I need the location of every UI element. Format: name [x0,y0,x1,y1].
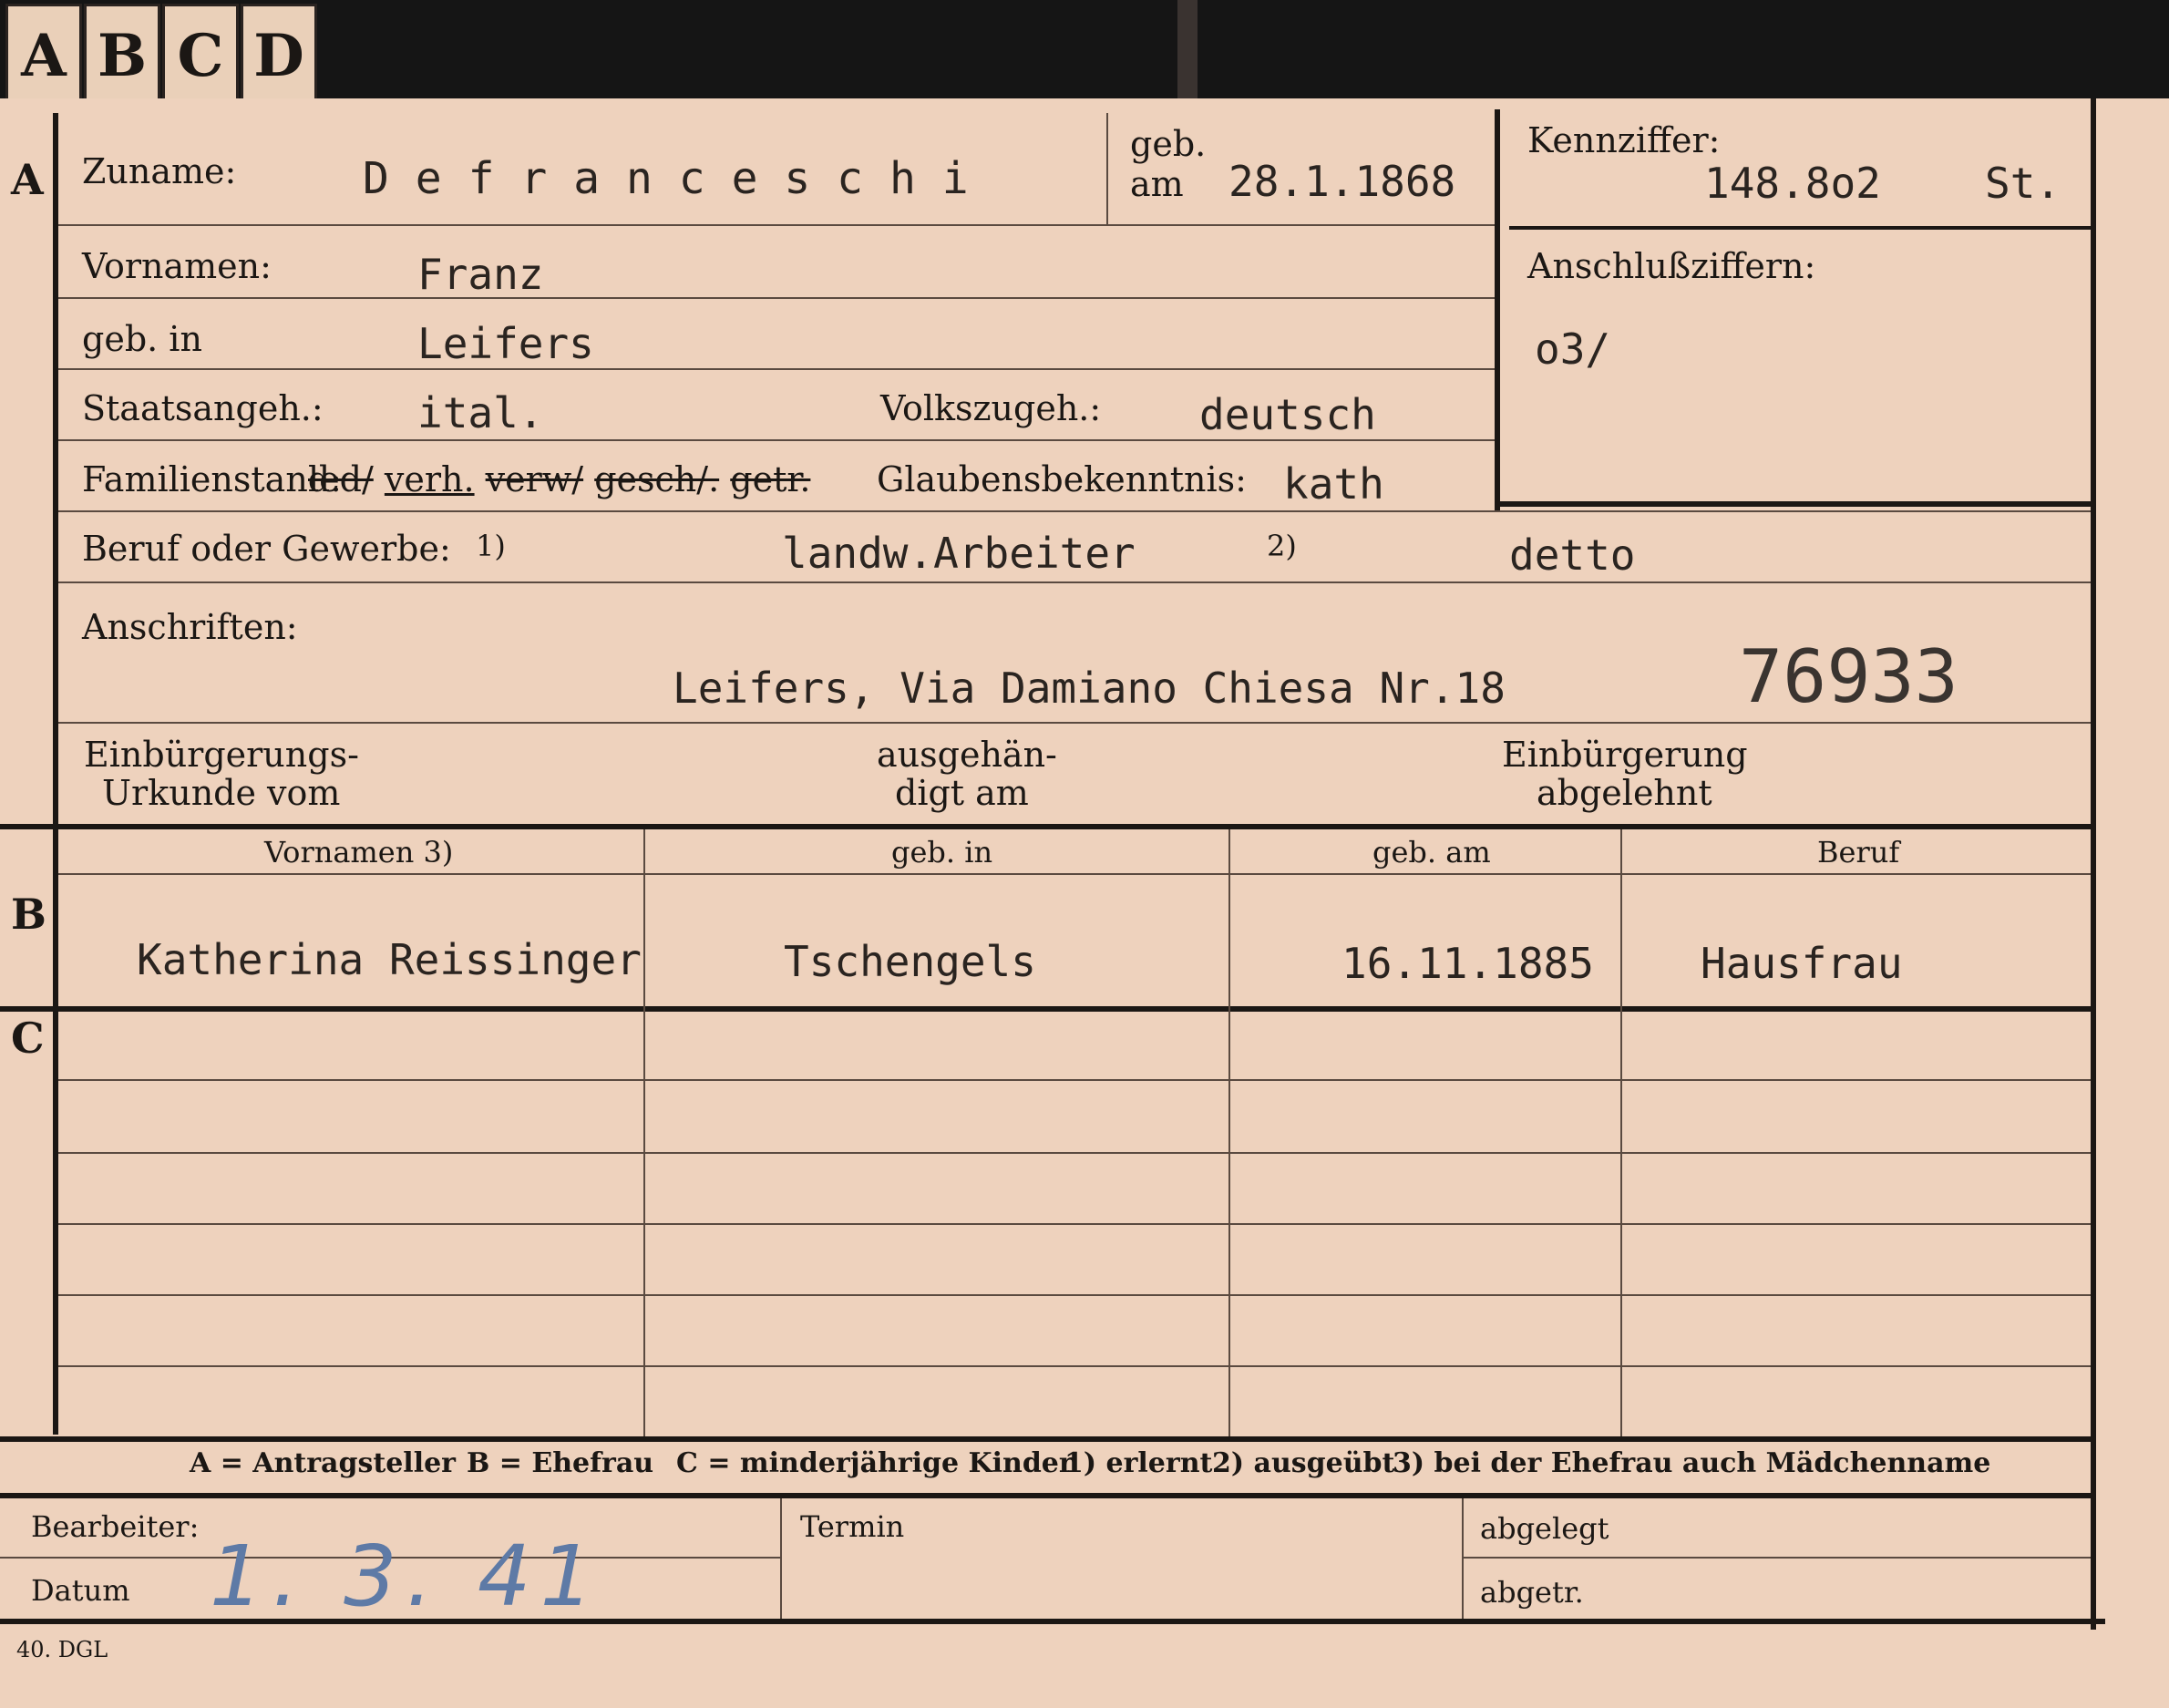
legend-a: A = Antragsteller [190,1447,456,1479]
col-divider-2 [1228,829,1230,1436]
handed-out-label-2: digt am [895,773,1029,813]
section-c-label: C [11,1013,45,1063]
naturalization-doc-label-2: Urkunde vom [102,773,341,813]
section-a-label: A [11,155,44,204]
marital-option-single: led/ [308,459,374,499]
legend-note-3: 3) bei der Ehefrau auch Mädchenname [1393,1447,1991,1479]
surname-value: D e f r a n c e s c h i [363,153,969,204]
id-box-mid-line [1509,226,2091,230]
marital-option-separated: getr. [730,459,811,499]
legend-note-1: 1) erlernt [1064,1447,1213,1479]
id-box-bottom-line [1495,501,2091,507]
tab-a[interactable]: A [5,4,82,106]
marital-option-divorced: gesch/. [594,459,720,499]
tab-strip-edge [1177,0,1198,100]
tab-d[interactable]: D [241,4,317,106]
date-handwritten-value: 1. 3. 41 [210,1528,603,1625]
section-a-bottom-line [0,824,2092,829]
spouse-header-firstnames: Vornamen 3) [264,835,454,869]
ethnicity-label: Volkszugeh.: [880,388,1102,428]
birthplace-value: Leifers [417,319,594,368]
rejected-label-1: Einbürgerung [1502,735,1748,775]
religion-value: kath [1283,459,1384,509]
date-label: Datum [31,1573,130,1608]
id-suffix: St. [1985,159,2061,208]
stamp-number: 76933 [1739,634,1958,719]
ethnicity-value: deutsch [1199,390,1376,439]
marital-option-widowed: verw/ [485,459,584,499]
row-line-firstnames [58,297,1495,299]
legend-bottom-line [0,1493,2092,1498]
col-divider-3 [1620,829,1622,1436]
children-row-line-5 [58,1365,2091,1367]
marital-options: led/ verh. verw/ gesch/. getr. [308,459,810,499]
footer-mid-line-right [1462,1557,2091,1559]
children-row-line-2 [58,1152,2091,1154]
firstnames-label: Vornamen: [82,246,272,286]
birthplace-label: geb. in [82,319,202,359]
citizenship-value: ital. [417,388,544,437]
address-label: Anschriften: [82,607,298,647]
profession-learned-value: landw.Arbeiter [782,529,1136,578]
marital-label: Familienstand: [82,459,342,499]
born-on-label-1: geb. [1130,124,1207,164]
col-divider-1 [643,829,645,1436]
id-box-left-line [1495,109,1500,510]
clerk-label: Bearbeiter: [31,1509,200,1544]
linked-ids-value: o3/ [1535,324,1611,374]
born-on-label-2: am [1130,164,1184,204]
legend-note-2: 2) ausgeübt [1212,1447,1395,1479]
spouse-birthdate-value: 16.11.1885 [1341,939,1594,988]
born-on-value: 28.1.1868 [1228,157,1456,206]
firstnames-value: Franz [417,250,544,299]
spouse-header-birthdate: geb. am [1372,835,1491,869]
legend-b: B = Ehefrau [467,1447,654,1479]
spouse-birthplace-value: Tschengels [784,937,1036,986]
children-row-line-3 [58,1223,2091,1225]
religion-label: Glaubensbekenntnis: [877,459,1247,499]
row-line-birthplace [58,368,1495,370]
section-c-bottom-line [0,1436,2092,1442]
handed-out-label-1: ausgehän- [877,735,1057,775]
section-b-bottom-line [0,1006,2092,1012]
deadline-label: Termin [800,1509,905,1544]
profession-label: Beruf oder Gewerbe: [82,529,451,569]
row-line-address [58,722,2091,724]
id-value: 148.8o2 [1704,159,1881,208]
profession-note-2: 2) [1267,529,1297,563]
citizenship-label: Staatsangeh.: [82,388,324,428]
born-on-divider [1106,113,1108,224]
tab-b[interactable]: B [84,4,160,106]
filed-label: abgelegt [1480,1511,1609,1546]
row-line-profession [58,581,2091,583]
left-frame-line [53,113,58,1435]
spouse-firstnames-value: Katherina Reissinger [137,935,642,984]
linked-ids-label: Anschlußziffern: [1527,246,1816,286]
profession-practised-value: detto [1509,530,1636,580]
spouse-profession-value: Hausfrau [1701,939,1903,988]
spouse-header-line [58,873,2091,875]
row-line-marital [58,510,2091,512]
legend-c: C = minderjährige Kinder [676,1447,1074,1479]
spouse-header-profession: Beruf [1817,835,1900,869]
children-row-line-1 [58,1079,2091,1081]
profession-note-1: 1) [476,529,506,563]
id-label: Kennziffer: [1527,120,1721,160]
right-frame-line [2091,98,2096,1630]
marital-option-married: verh. [384,459,475,499]
footer-divider-2 [1462,1498,1464,1619]
spouse-header-birthplace: geb. in [891,835,993,869]
sent-label: abgetr. [1480,1575,1584,1610]
naturalization-doc-label-1: Einbürgerungs- [84,735,359,775]
children-row-line-4 [58,1294,2091,1296]
surname-label: Zuname: [82,151,237,191]
form-code: 40. DGL [16,1637,108,1662]
section-b-label: B [11,890,46,939]
row-line-citizenship [58,439,1495,441]
row-line-surname [58,224,1495,226]
address-value: Leifers, Via Damiano Chiesa Nr.18 [673,664,1506,713]
footer-divider-1 [780,1498,782,1619]
tab-c[interactable]: C [162,4,239,106]
rejected-label-2: abgelehnt [1537,773,1712,813]
